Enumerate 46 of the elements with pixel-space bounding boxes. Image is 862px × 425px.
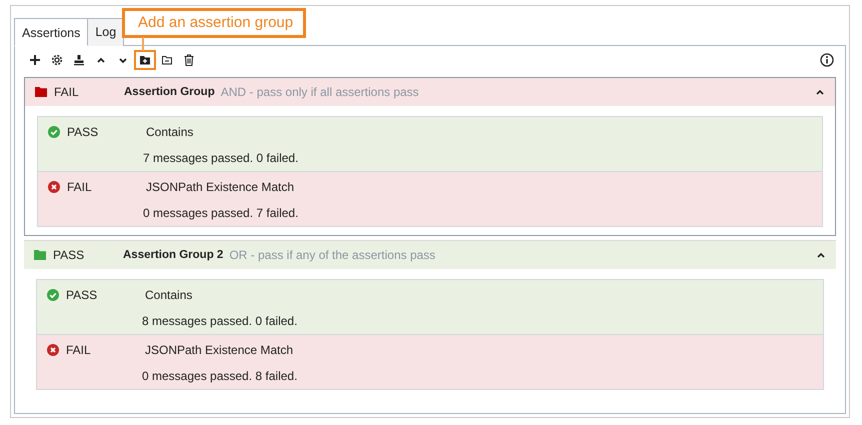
error-icon — [48, 181, 60, 193]
stamp-icon — [73, 54, 85, 66]
group-rule: OR - pass if any of the assertions pass — [229, 248, 436, 262]
group-name: Assertion Group — [124, 86, 215, 98]
assertion-name: JSONPath Existence Match — [144, 343, 294, 357]
chevron-up-icon[interactable] — [815, 88, 825, 96]
folder-plus-icon — [139, 54, 151, 66]
status-text: FAIL — [54, 85, 80, 99]
status-text: PASS — [66, 288, 98, 302]
assertion-name: Contains — [145, 125, 194, 139]
tab[interactable]: Assertions — [14, 18, 88, 46]
folder-icon — [34, 250, 46, 260]
trash-icon — [183, 54, 195, 66]
info-icon[interactable] — [820, 52, 834, 66]
folder-plus-button[interactable] — [134, 50, 156, 70]
folder-icon — [35, 87, 47, 97]
chevron-up-icon[interactable] — [816, 251, 826, 259]
assertion-row[interactable]: FAIL JSONPath Existence Match 0 messages passed. 7 failed. — [37, 172, 823, 227]
group-rule: AND - pass only if all assertions pass — [220, 85, 419, 99]
group-name: Assertion Group 2 — [123, 249, 224, 261]
check-icon — [47, 289, 59, 301]
assertion-name: Contains — [144, 288, 194, 302]
status-text: FAIL — [66, 343, 91, 357]
status-text: FAIL — [67, 180, 92, 194]
callout-label: Add an assertion group — [122, 8, 306, 38]
group-header[interactable]: FAIL Assertion Group AND - pass only if all assertions pass — [25, 78, 835, 106]
leader-line — [142, 37, 144, 51]
check-icon — [48, 126, 60, 138]
assertion-summary: 8 messages passed. 0 failed. — [142, 314, 298, 328]
assertion-row[interactable]: PASS Contains 7 messages passed. 0 failed. — [37, 116, 823, 172]
folder-minus-icon — [161, 54, 173, 66]
add-icon — [29, 54, 41, 66]
status-text: PASS — [67, 125, 98, 139]
assertion-row[interactable]: FAIL JSONPath Existence Match 0 messages passed. 8 failed. — [36, 335, 824, 390]
assertion-name: JSONPath Existence Match — [145, 180, 296, 194]
assertion-group[interactable]: PASS Assertion Group 2 OR - pass if any of the assertions pass PASS Contains 8 messages passed. 0 failed. FAIL JSONPath Existence Match 0 messages passed. 8 failed. — [24, 240, 836, 398]
assertion-summary: 0 messages passed. 7 failed. — [143, 206, 300, 220]
assertion-row[interactable]: PASS Contains 8 messages passed. 0 failed. — [36, 279, 824, 335]
settings-icon — [51, 54, 63, 66]
assertion-group[interactable]: FAIL Assertion Group AND - pass only if all assertions pass PASS Contains 7 messages passed. 0 failed. FAIL JSONPath Existence Match 0 messages passed. 7 failed. — [24, 77, 836, 236]
assertion-summary: 7 messages passed. 0 failed. — [143, 151, 300, 165]
error-icon — [47, 344, 59, 356]
status-text: PASS — [53, 248, 86, 262]
tab[interactable]: Log — [88, 18, 124, 46]
assertion-summary: 0 messages passed. 8 failed. — [142, 369, 298, 383]
group-header[interactable]: PASS Assertion Group 2 OR - pass if any of the assertions pass — [24, 241, 836, 269]
